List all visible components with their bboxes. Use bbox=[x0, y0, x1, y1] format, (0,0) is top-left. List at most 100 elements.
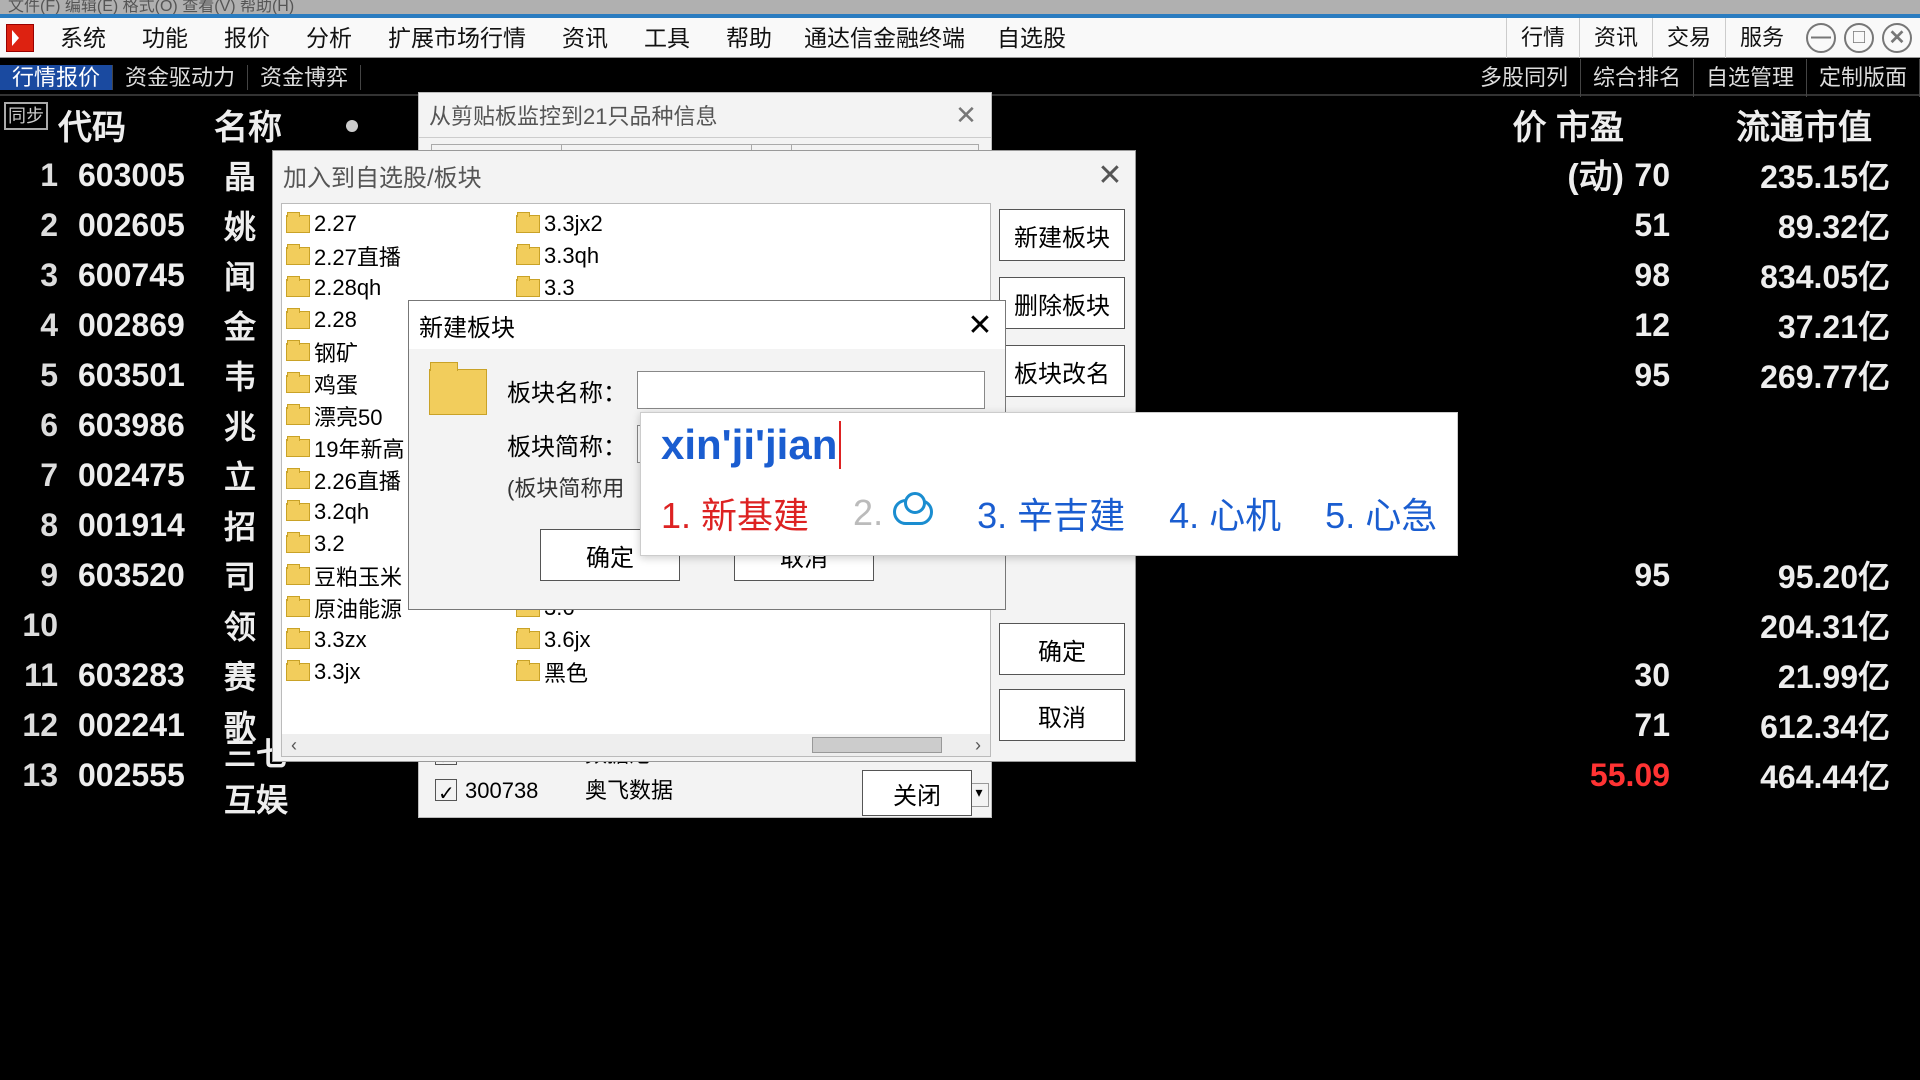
cell-code: 603986 bbox=[58, 407, 214, 444]
menu-item[interactable]: 报价 bbox=[206, 25, 288, 51]
cell-value: 12 bbox=[1600, 307, 1670, 344]
clipboard-dialog-titlebar[interactable]: 从剪贴板监控到21只品种信息 ✕ bbox=[419, 93, 991, 137]
cell-mcap: 37.21亿 bbox=[1670, 302, 1920, 348]
menu-item[interactable]: 功能 bbox=[124, 25, 206, 51]
sub-tab[interactable]: 自选管理 bbox=[1694, 59, 1807, 97]
menu-item[interactable]: 资讯 bbox=[544, 25, 626, 51]
right-tab[interactable]: 资讯 bbox=[1579, 18, 1652, 58]
ime-candidate[interactable]: 3. 辛吉建 bbox=[977, 487, 1125, 539]
sub-tab[interactable]: 资金驱动力 bbox=[113, 65, 248, 90]
folder-icon bbox=[286, 375, 310, 393]
folder-label: 钢矿 bbox=[314, 336, 358, 368]
folder-item[interactable]: 2.27直播 bbox=[286, 240, 516, 272]
item-code: 300738 bbox=[465, 773, 585, 809]
cell-mcap: 235.15亿 bbox=[1670, 152, 1920, 198]
close-button[interactable]: ✕ bbox=[1882, 23, 1912, 53]
folder-icon bbox=[286, 343, 310, 361]
add-dialog-close-icon[interactable]: ✕ bbox=[1085, 158, 1135, 193]
hscroll-right-icon[interactable]: › bbox=[966, 735, 990, 756]
folder-icon bbox=[286, 471, 310, 489]
add-dialog-cancel-button[interactable]: 取消 bbox=[999, 689, 1125, 741]
folder-large-icon bbox=[429, 369, 487, 415]
menu-item[interactable]: 分析 bbox=[288, 25, 370, 51]
folder-item[interactable]: 3.3jx bbox=[286, 656, 516, 688]
hscroll-left-icon[interactable]: ‹ bbox=[282, 735, 306, 756]
cell-idx: 8 bbox=[0, 507, 58, 544]
folder-icon bbox=[516, 631, 540, 649]
right-tab[interactable]: 行情 bbox=[1506, 18, 1579, 58]
new-block-close-icon[interactable]: ✕ bbox=[955, 308, 1005, 343]
add-dialog-titlebar[interactable]: 加入到自选股/板块 ✕ bbox=[273, 151, 1135, 199]
menu-item[interactable]: 系统 bbox=[42, 25, 124, 51]
cell-code: 001914 bbox=[58, 507, 214, 544]
folder-icon bbox=[286, 247, 310, 265]
app-brand-text: 通达信金融终端 bbox=[790, 18, 979, 58]
new-block-titlebar[interactable]: 新建板块 ✕ bbox=[409, 301, 1005, 349]
folder-item[interactable]: 3.3zx bbox=[286, 624, 516, 656]
folder-hscrollbar[interactable]: ‹ › bbox=[282, 734, 990, 756]
ime-candidate[interactable]: 5. 心急 bbox=[1325, 487, 1437, 539]
minimize-button[interactable]: — bbox=[1806, 23, 1836, 53]
new-block-button[interactable]: 新建板块 bbox=[999, 209, 1125, 261]
cell-code: 600745 bbox=[58, 257, 214, 294]
col-mcap[interactable]: 流通市值 bbox=[1652, 100, 1892, 144]
cell-mcap: 95.20亿 bbox=[1670, 552, 1920, 598]
col-pe[interactable]: 价 市盈(动) bbox=[1464, 100, 1644, 144]
sub-tab[interactable]: 综合排名 bbox=[1581, 59, 1694, 97]
cell-idx: 6 bbox=[0, 407, 58, 444]
folder-label: 豆粕玉米 bbox=[314, 560, 402, 592]
menu-item[interactable]: 扩展市场行情 bbox=[370, 25, 544, 51]
delete-block-button[interactable]: 删除板块 bbox=[999, 277, 1125, 329]
cell-code: 603283 bbox=[58, 657, 214, 694]
right-tab[interactable]: 服务 bbox=[1725, 18, 1798, 58]
sub-tab[interactable]: 多股同列 bbox=[1468, 59, 1581, 97]
add-dialog-ok-button[interactable]: 确定 bbox=[999, 623, 1125, 675]
right-tab[interactable]: 交易 bbox=[1652, 18, 1725, 58]
menu-watchlist[interactable]: 自选股 bbox=[979, 18, 1084, 58]
checkbox[interactable] bbox=[435, 779, 457, 801]
folder-icon bbox=[286, 311, 310, 329]
col-code[interactable]: 代码 bbox=[58, 100, 214, 144]
cell-code: 002475 bbox=[58, 457, 214, 494]
block-name-input[interactable] bbox=[637, 371, 985, 409]
cell-value: 30 bbox=[1600, 657, 1670, 694]
menu-item[interactable]: 工具 bbox=[626, 25, 708, 51]
folder-label: 2.27 bbox=[314, 211, 357, 237]
folder-label: 2.28qh bbox=[314, 275, 381, 301]
folder-icon bbox=[286, 567, 310, 585]
folder-item[interactable]: 2.27 bbox=[286, 208, 516, 240]
cell-idx: 12 bbox=[0, 707, 58, 744]
new-block-title: 新建板块 bbox=[419, 308, 515, 343]
ime-candidate[interactable]: 1. 新基建 bbox=[661, 487, 809, 539]
folder-label: 漂亮50 bbox=[314, 400, 382, 432]
cell-idx: 3 bbox=[0, 257, 58, 294]
cell-idx: 10 bbox=[0, 607, 58, 644]
folder-item[interactable]: 3.6jx bbox=[516, 624, 746, 656]
col-name[interactable]: 名称 bbox=[214, 100, 334, 144]
cell-value-red: 55.09 bbox=[1530, 757, 1670, 794]
sub-tab[interactable]: 定制版面 bbox=[1807, 59, 1920, 97]
block-short-label: 板块简称： bbox=[507, 427, 637, 462]
folder-item[interactable]: 黑色 bbox=[516, 656, 746, 688]
cell-code: 603520 bbox=[58, 557, 214, 594]
ime-candidate[interactable]: 2. bbox=[853, 492, 933, 534]
cell-code: 603005 bbox=[58, 157, 214, 194]
folder-label: 3.3jx2 bbox=[544, 211, 603, 237]
cell-value: 98 bbox=[1600, 257, 1670, 294]
menu-item[interactable]: 帮助 bbox=[708, 25, 790, 51]
clipboard-dialog-close-icon[interactable]: ✕ bbox=[941, 100, 991, 131]
maximize-button[interactable]: □ bbox=[1844, 23, 1874, 53]
clipboard-scrollbar-down[interactable]: ▾ bbox=[969, 783, 989, 807]
cell-value: 95 bbox=[1600, 357, 1670, 394]
sync-badge[interactable]: 同步 bbox=[4, 102, 48, 130]
clipboard-close-button[interactable]: 关闭 bbox=[862, 770, 972, 816]
folder-icon bbox=[286, 599, 310, 617]
hscroll-thumb[interactable] bbox=[812, 737, 942, 753]
folder-item[interactable]: 3.3jx2 bbox=[516, 208, 746, 240]
cell-value: 95 bbox=[1600, 557, 1670, 594]
ime-candidate[interactable]: 4. 心机 bbox=[1169, 487, 1281, 539]
rename-block-button[interactable]: 板块改名 bbox=[999, 345, 1125, 397]
sub-tab[interactable]: 行情报价 bbox=[0, 65, 113, 90]
folder-item[interactable]: 3.3qh bbox=[516, 240, 746, 272]
sub-tab[interactable]: 资金博弈 bbox=[248, 65, 361, 90]
